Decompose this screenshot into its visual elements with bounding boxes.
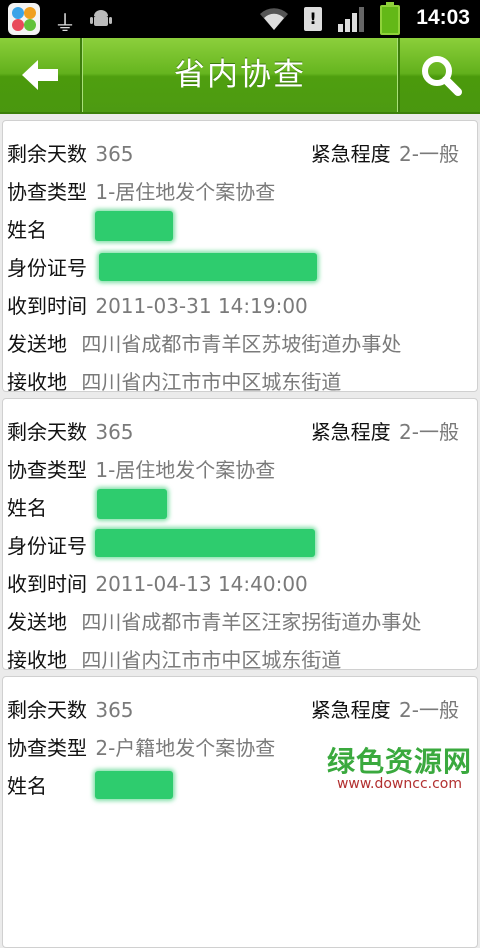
list-item[interactable]: 剩余天数 365 紧急程度 2-一般 协查类型 1-居住地发个案协查 姓名 身份… (2, 398, 478, 672)
name-redaction (95, 211, 173, 241)
type-row: 协查类型 1-居住地发个案协查 (7, 451, 459, 489)
watermark: 绿色资源网 www.downcc.com (327, 740, 472, 792)
search-icon (422, 56, 462, 96)
receiver-row: 接收地 四川省内江市市中区城东街道 (7, 641, 459, 679)
android-debug-icon (90, 10, 112, 26)
app-market-icon (8, 3, 40, 35)
name-redaction (97, 489, 167, 519)
sender-value: 四川省成都市青羊区汪家拐街道办事处 (81, 610, 422, 634)
remaining-days-label: 剩余天数 (7, 420, 87, 444)
type-row: 协查类型 1-居住地发个案协查 (7, 173, 459, 211)
received-time-row: 收到时间 2011-03-31 14:19:00 (7, 287, 459, 325)
urgency-value: 2-一般 (399, 420, 459, 444)
name-label: 姓名 (7, 218, 47, 242)
search-button[interactable] (398, 38, 480, 112)
title-bar: 省内协查 (0, 38, 480, 114)
list-item[interactable]: 剩余天数 365 紧急程度 2-一般 协查类型 2-户籍地发个案协查 姓名 (2, 676, 478, 948)
sender-row: 发送地 四川省成都市青羊区汪家拐街道办事处 (7, 603, 459, 641)
name-label: 姓名 (7, 774, 47, 798)
urgency-label: 紧急程度 (310, 142, 391, 166)
name-row: 姓名 (7, 489, 459, 527)
list-item[interactable]: 剩余天数 365 紧急程度 2-一般 协查类型 1-居住地发个案协查 姓名 身份… (2, 120, 478, 394)
back-button[interactable] (0, 38, 82, 112)
sender-row: 发送地 四川省成都市青羊区苏坡街道办事处 (7, 325, 459, 363)
received-time-value: 2011-03-31 14:19:00 (95, 294, 308, 318)
remaining-days-row: 剩余天数 365 紧急程度 2-一般 (7, 135, 459, 173)
arrow-left-icon (22, 60, 58, 90)
remaining-days-row: 剩余天数 365 紧急程度 2-一般 (7, 413, 459, 451)
alert-icon: ! (304, 7, 322, 31)
receiver-value: 四川省内江市市中区城东街道 (81, 648, 342, 672)
watermark-url: www.downcc.com (336, 776, 463, 792)
received-time-row: 收到时间 2011-04-13 14:40:00 (7, 565, 459, 603)
usb-icon: ⏚ (54, 12, 77, 37)
receiver-value: 四川省内江市市中区城东街道 (81, 370, 342, 394)
urgency-value: 2-一般 (399, 142, 459, 166)
id-label: 身份证号 (7, 256, 87, 280)
receiver-row: 接收地 四川省内江市市中区城东街道 (7, 363, 459, 401)
type-value: 1-居住地发个案协查 (95, 458, 276, 482)
remaining-days-value: 365 (95, 698, 134, 722)
sender-label: 发送地 (7, 332, 67, 356)
sender-label: 发送地 (7, 610, 67, 634)
name-redaction (95, 771, 173, 799)
name-row: 姓名 (7, 211, 459, 249)
type-label: 协查类型 (7, 736, 87, 760)
remaining-days-row: 剩余天数 365 紧急程度 2-一般 (7, 691, 459, 729)
remaining-days-label: 剩余天数 (7, 142, 87, 166)
urgency-label: 紧急程度 (310, 420, 391, 444)
watermark-text: 绿色资源网 (326, 745, 472, 778)
urgency-value: 2-一般 (399, 698, 459, 722)
type-label: 协查类型 (7, 180, 87, 204)
sender-value: 四川省成都市青羊区苏坡街道办事处 (81, 332, 402, 356)
status-bar: ⏚ ! 14:03 (0, 0, 480, 38)
id-redaction (95, 529, 315, 557)
type-value: 1-居住地发个案协查 (95, 180, 276, 204)
remaining-days-value: 365 (95, 142, 134, 166)
id-label: 身份证号 (7, 534, 87, 558)
urgency-label: 紧急程度 (310, 698, 391, 722)
wifi-icon (260, 8, 288, 30)
received-time-label: 收到时间 (7, 294, 87, 318)
remaining-days-label: 剩余天数 (7, 698, 87, 722)
received-time-value: 2011-04-13 14:40:00 (95, 572, 308, 596)
battery-icon (380, 2, 400, 35)
type-value: 2-户籍地发个案协查 (95, 736, 276, 760)
type-label: 协查类型 (7, 458, 87, 482)
receiver-label: 接收地 (7, 648, 67, 672)
received-time-label: 收到时间 (7, 572, 87, 596)
remaining-days-value: 365 (95, 420, 134, 444)
receiver-label: 接收地 (7, 370, 67, 394)
signal-icon (338, 7, 364, 32)
case-list: 剩余天数 365 紧急程度 2-一般 协查类型 1-居住地发个案协查 姓名 身份… (0, 114, 480, 948)
status-time: 14:03 (416, 6, 470, 29)
name-label: 姓名 (7, 496, 47, 520)
page-title: 省内协查 (174, 57, 306, 93)
id-redaction (99, 253, 317, 281)
